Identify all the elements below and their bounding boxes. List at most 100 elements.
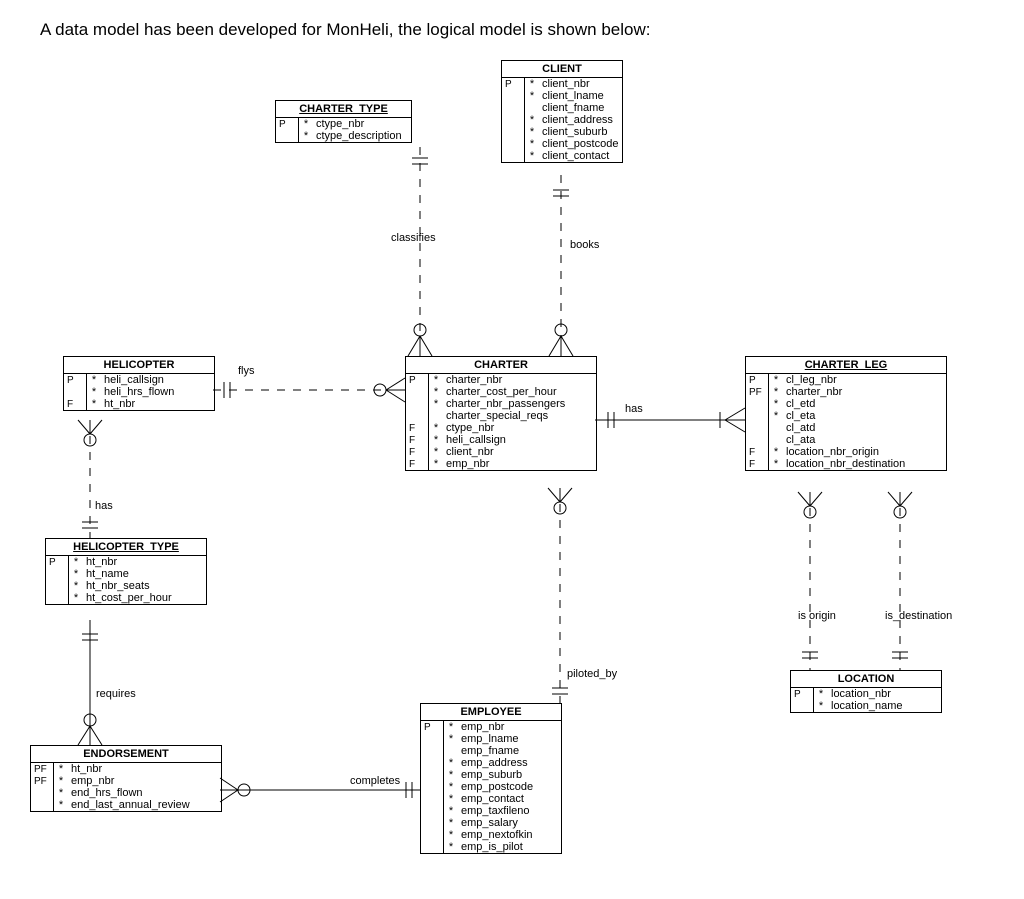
attr-bullet: * [54,787,69,799]
attr-key: PF [31,763,54,775]
attr-row: *ctype_description [276,130,411,142]
attr-name: ctype_description [313,130,411,142]
attr-bullet: * [69,580,84,592]
attr-bullet: * [769,374,784,386]
attr-name: client_fname [539,102,622,114]
attr-bullet: * [429,386,444,398]
attr-name: emp_lname [458,733,561,745]
attr-bullet: * [444,721,459,733]
attr-bullet: * [429,374,444,386]
attr-bullet [444,745,459,757]
attr-row: *cl_etd [746,398,946,410]
attr-name: emp_suburb [458,769,561,781]
attr-name: heli_hrs_flown [101,386,214,398]
attr-bullet: * [429,434,444,446]
attr-row: *end_last_annual_review [31,799,221,811]
entity-endorsement: ENDORSEMENT PF*ht_nbrPF*emp_nbr*end_hrs_… [30,745,222,812]
attr-name: emp_nbr [68,775,221,787]
attr-row: *cl_eta [746,410,946,422]
attr-key: P [406,374,429,386]
attr-name: cl_ata [783,434,946,446]
attr-bullet: * [444,733,459,745]
attr-bullet: * [444,793,459,805]
attr-bullet: * [444,829,459,841]
rel-has-charterleg: has [625,403,643,415]
attr-bullet: * [54,763,69,775]
attr-key: PF [31,775,54,787]
attr-key: F [406,446,429,458]
attr-key: P [46,556,69,568]
attr-key [421,841,444,853]
attr-key [406,398,429,410]
attr-key [421,805,444,817]
attr-bullet: * [525,150,540,162]
entity-location: LOCATION P*location_nbr*location_name [790,670,942,713]
attr-bullet [769,434,784,446]
attr-key [746,410,769,422]
attr-bullet: * [54,775,69,787]
attr-bullet: * [429,446,444,458]
entity-helicopter-type-title: HELICOPTER_TYPE [46,539,206,556]
attr-key [791,700,814,712]
attr-bullet: * [525,126,540,138]
attr-bullet: * [444,805,459,817]
attr-bullet: * [54,799,69,811]
attr-name: charter_cost_per_hour [443,386,596,398]
entity-location-title: LOCATION [791,671,941,688]
attr-row: *emp_is_pilot [421,841,561,853]
attr-key [502,138,525,150]
attr-name: cl_eta [783,410,946,422]
attr-row: *emp_suburb [421,769,561,781]
attr-name: location_nbr_destination [783,458,946,470]
entity-charter: CHARTER P*charter_nbr*charter_cost_per_h… [405,356,597,471]
attr-name: emp_contact [458,793,561,805]
attr-key: P [421,721,444,733]
rel-classifies: classifies [391,232,436,244]
attr-row: *emp_postcode [421,781,561,793]
rel-is-destination: is_destination [885,610,952,622]
attr-name: end_hrs_flown [68,787,221,799]
attr-key [406,410,429,422]
conn-requires [78,620,102,745]
attr-row: F*heli_callsign [406,434,596,446]
attr-key [746,434,769,446]
rel-is-origin: is origin [798,610,836,622]
attr-row: *client_postcode [502,138,622,150]
attr-name: emp_taxfileno [458,805,561,817]
attr-key [502,126,525,138]
attr-bullet: * [769,446,784,458]
attr-key [276,130,299,142]
entity-client-title: CLIENT [502,61,622,78]
attr-row: P*ht_nbr [46,556,206,568]
conn-is-origin [798,492,822,670]
attr-key: P [64,374,87,386]
attr-row: cl_ata [746,434,946,446]
attr-bullet: * [525,138,540,150]
attr-name: location_nbr [828,688,941,700]
attr-row: F*ht_nbr [64,398,214,410]
attr-bullet: * [87,374,102,386]
entity-charter-leg-title: CHARTER_LEG [746,357,946,374]
attr-key [46,592,69,604]
attr-bullet: * [769,410,784,422]
attr-key [502,114,525,126]
attr-key: F [746,446,769,458]
attr-row: *client_lname [502,90,622,102]
attr-row: *emp_lname [421,733,561,745]
attr-key [746,422,769,434]
attr-name: ht_nbr [83,556,206,568]
conn-has-helitype [78,420,102,538]
attr-row: *ht_name [46,568,206,580]
attr-key [421,757,444,769]
entity-helicopter: HELICOPTER P*heli_callsign*heli_hrs_flow… [63,356,215,411]
entity-endorsement-title: ENDORSEMENT [31,746,221,763]
rel-flys: flys [238,365,255,377]
entity-charter-type: CHARTER_TYPE P*ctype_nbr*ctype_descripti… [275,100,412,143]
attr-name: client_nbr [443,446,596,458]
attr-name: client_suburb [539,126,622,138]
attr-key [46,568,69,580]
attr-bullet: * [429,458,444,470]
attr-name: ht_nbr [101,398,214,410]
rel-has-helitype: has [95,500,113,512]
attr-row: client_fname [502,102,622,114]
